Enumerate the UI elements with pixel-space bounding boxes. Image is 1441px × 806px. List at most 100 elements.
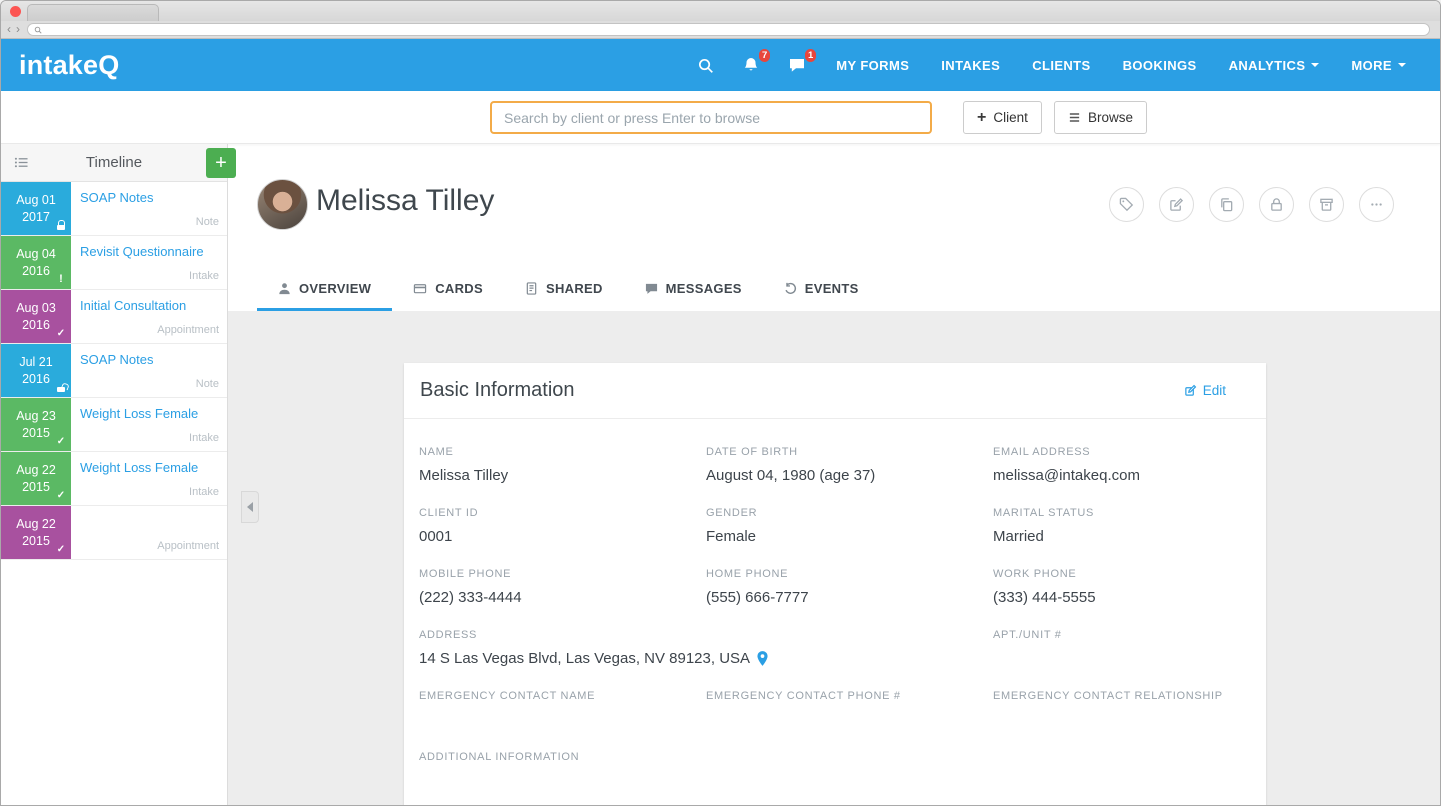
client-search-input[interactable]: [490, 101, 932, 134]
back-forward-buttons[interactable]: ‹›: [7, 21, 25, 38]
timeline-item[interactable]: Aug 23 2015 Weight Loss Female Intake: [1, 398, 227, 452]
messages-badge: 1: [805, 49, 816, 62]
window-close-button[interactable]: [10, 6, 21, 17]
tab-cards[interactable]: CARDS: [392, 268, 504, 311]
add-timeline-item-button[interactable]: +: [206, 148, 236, 178]
tab-messages[interactable]: MESSAGES: [624, 268, 763, 311]
timeline-item[interactable]: Aug 01 2017 SOAP Notes Note: [1, 182, 227, 236]
client-tabs: OVERVIEW CARDS SHARED MESSAGES EVENTS: [257, 268, 880, 311]
edit-button[interactable]: [1159, 187, 1194, 222]
chevron-down-icon: [1398, 63, 1406, 67]
timeline-item-category: Note: [196, 378, 219, 390]
search-icon: [34, 26, 42, 34]
timeline-item[interactable]: Jul 21 2016 SOAP Notes Note: [1, 344, 227, 398]
chat-icon: [645, 282, 658, 295]
browse-button[interactable]: Browse: [1054, 101, 1147, 134]
timeline-date-block: Aug 23 2015: [1, 398, 71, 451]
field-label: GENDER: [706, 507, 973, 519]
timeline-item-title[interactable]: SOAP Notes: [80, 190, 153, 205]
timeline-date: Aug 01: [1, 192, 71, 209]
sidebar-collapse-handle[interactable]: [241, 491, 259, 523]
client-avatar[interactable]: [257, 179, 308, 230]
field-date-of-birth: DATE OF BIRTH August 04, 1980 (age 37): [706, 446, 993, 485]
field-emergency-contact-relationship: EMERGENCY CONTACT RELATIONSHIP: [993, 690, 1266, 729]
timeline-item-body: Initial Consultation Appointment: [71, 290, 227, 343]
tab-events[interactable]: EVENTS: [763, 268, 880, 311]
browse-label: Browse: [1088, 110, 1133, 125]
nav-item-clients[interactable]: CLIENTS: [1016, 58, 1106, 73]
timeline-item-body: SOAP Notes Note: [71, 182, 227, 235]
add-client-button[interactable]: + Client: [963, 101, 1042, 134]
archive-icon: [1319, 197, 1334, 212]
field-additional-information: ADDITIONAL INFORMATION: [419, 751, 1266, 790]
document-icon: [525, 282, 538, 295]
timeline-date: Aug 23: [1, 408, 71, 425]
field-value: (222) 333-4444: [419, 588, 686, 607]
chevron-left-icon: [247, 502, 253, 512]
tab-shared[interactable]: SHARED: [504, 268, 624, 311]
field-apt-unit: APT./UNIT #: [993, 629, 1266, 668]
messages-chat-icon[interactable]: 1: [788, 56, 806, 74]
field-label: APT./UNIT #: [993, 629, 1246, 641]
field-name: NAME Melissa Tilley: [419, 446, 706, 485]
more-button[interactable]: [1359, 187, 1394, 222]
ellipsis-icon: [1369, 197, 1384, 212]
timeline-item[interactable]: Aug 03 2016 Initial Consultation Appoint…: [1, 290, 227, 344]
timeline-item-category: Intake: [189, 432, 219, 444]
map-pin-icon[interactable]: [757, 651, 768, 666]
tab-overview[interactable]: OVERVIEW: [257, 268, 392, 311]
nav-item-bookings[interactable]: BOOKINGS: [1107, 58, 1213, 73]
field-value: 14 S Las Vegas Blvd, Las Vegas, NV 89123…: [419, 650, 750, 667]
field-value: [993, 649, 1246, 668]
nav-item-more[interactable]: MORE: [1335, 58, 1422, 73]
field-label: EMERGENCY CONTACT NAME: [419, 690, 686, 702]
browser-title-bar: [1, 1, 1440, 21]
list-icon[interactable]: [14, 156, 29, 169]
timeline-item[interactable]: Aug 22 2015 Appointment: [1, 506, 227, 560]
timeline-item-title[interactable]: Weight Loss Female: [80, 460, 198, 475]
lock-button[interactable]: [1259, 187, 1294, 222]
logo-intake: intake: [19, 50, 98, 80]
nav-item-intakes[interactable]: INTAKES: [925, 58, 1016, 73]
timeline-item-title[interactable]: SOAP Notes: [80, 352, 153, 367]
search-icon[interactable]: [697, 57, 714, 74]
url-bar[interactable]: [27, 23, 1430, 36]
field-address: ADDRESS 14 S Las Vegas Blvd, Las Vegas, …: [419, 629, 993, 668]
browser-tab[interactable]: [27, 4, 159, 21]
tag-button[interactable]: [1109, 187, 1144, 222]
field-work-phone: WORK PHONE (333) 444-5555: [993, 568, 1266, 607]
timeline-item-title[interactable]: Revisit Questionnaire: [80, 244, 204, 259]
timeline-item-body: Appointment: [71, 506, 227, 559]
nav-item-analytics[interactable]: ANALYTICS: [1213, 58, 1336, 73]
field-email: EMAIL ADDRESS melissa@intakeq.com: [993, 446, 1266, 485]
nav-item-label: MY FORMS: [836, 58, 909, 73]
nav-item-my-forms[interactable]: MY FORMS: [820, 58, 925, 73]
tab-label: CARDS: [435, 281, 483, 296]
card-header: Basic Information Edit: [404, 363, 1266, 419]
client-name: Melissa Tilley: [316, 184, 494, 218]
lock-icon: [56, 220, 66, 231]
timeline-item-title[interactable]: Initial Consultation: [80, 298, 186, 313]
edit-label: Edit: [1203, 383, 1226, 398]
archive-button[interactable]: [1309, 187, 1344, 222]
alert-icon: [56, 274, 66, 285]
browser-toolbar: ‹›: [1, 21, 1440, 39]
field-value: melissa@intakeq.com: [993, 466, 1246, 485]
timeline-date-block: Jul 21 2016: [1, 344, 71, 397]
edit-basic-info-link[interactable]: Edit: [1184, 383, 1226, 398]
client-action-buttons: [1109, 187, 1394, 222]
copy-button[interactable]: [1209, 187, 1244, 222]
field-label: NAME: [419, 446, 686, 458]
timeline-item[interactable]: Aug 04 2016 Revisit Questionnaire Intake: [1, 236, 227, 290]
notifications-badge: 7: [759, 49, 770, 62]
nav-item-label: MORE: [1351, 58, 1392, 73]
timeline-date-block: Aug 22 2015: [1, 506, 71, 559]
field-value: [419, 771, 1246, 790]
timeline-item[interactable]: Aug 22 2015 Weight Loss Female Intake: [1, 452, 227, 506]
timeline-item-title[interactable]: Weight Loss Female: [80, 406, 198, 421]
intakeq-logo[interactable]: intakeQ: [19, 50, 119, 81]
notifications-bell-icon[interactable]: 7: [742, 56, 760, 74]
field-value: Female: [706, 527, 973, 546]
edit-icon: [1184, 384, 1197, 397]
timeline-item-body: Revisit Questionnaire Intake: [71, 236, 227, 289]
